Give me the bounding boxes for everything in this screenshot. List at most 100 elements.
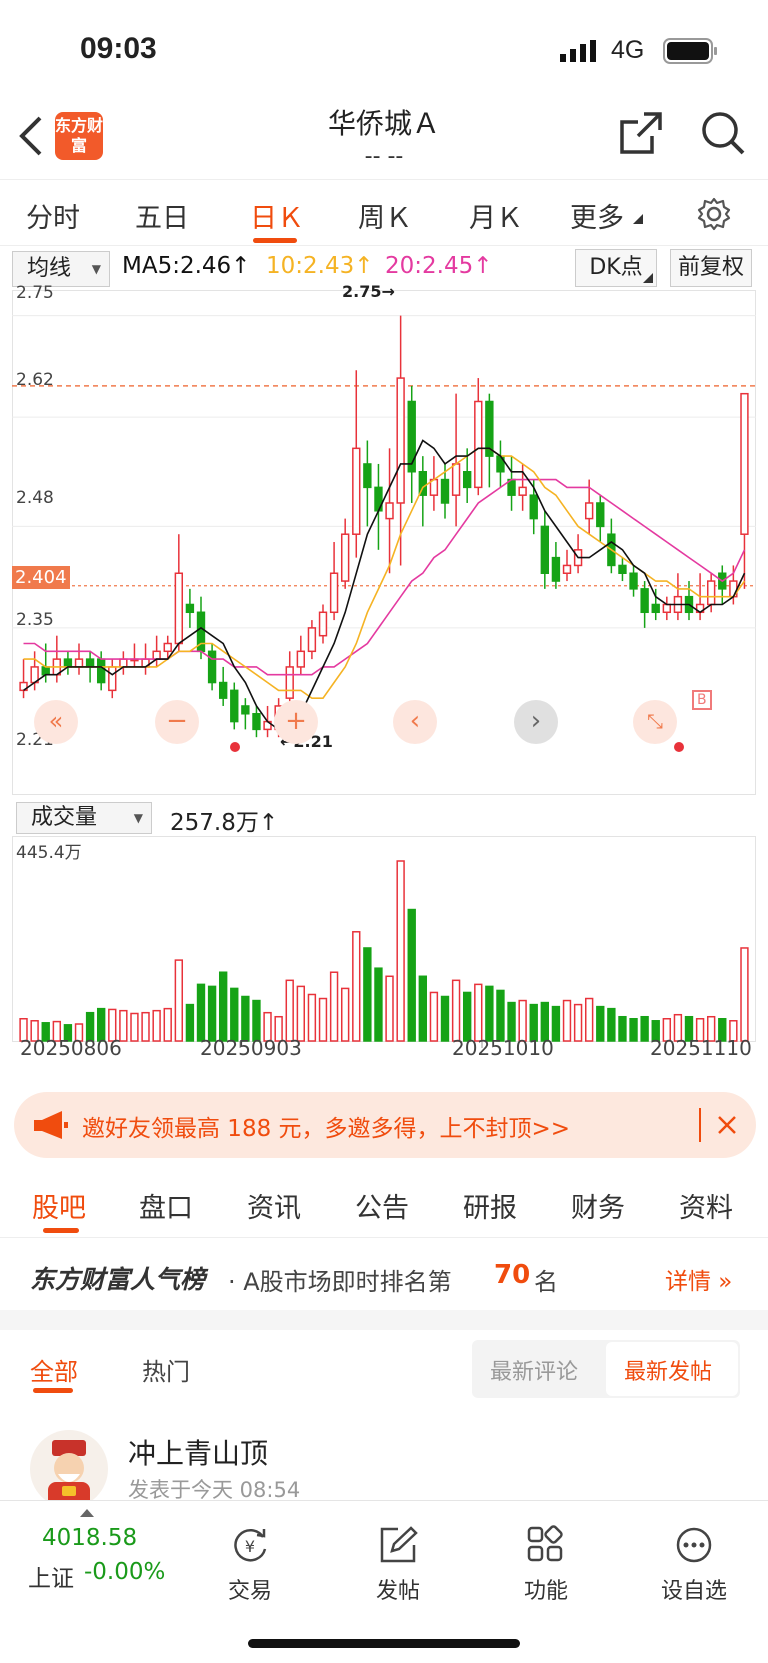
volume-svg	[12, 836, 756, 1048]
zoom-out-button[interactable]: −	[155, 700, 199, 744]
section-tabs: 股吧 盘口 资讯 公告 研报 财务 资料	[0, 1168, 768, 1238]
nav-functions-label: 功能	[523, 1579, 568, 1604]
tab-finance[interactable]: 财务	[571, 1186, 625, 1225]
candle-body	[185, 603, 195, 614]
dk-point-button[interactable]: DK点	[575, 249, 657, 287]
avatar[interactable]	[30, 1430, 108, 1508]
nav-post-label: 发帖	[375, 1579, 420, 1604]
filter-hot[interactable]: 热门	[142, 1352, 190, 1387]
popularity-rank[interactable]: 东方财富人气榜 · A股市场即时排名第 70 名 详情 »	[0, 1240, 768, 1310]
section-gap	[0, 1310, 768, 1330]
volume-bar	[252, 999, 261, 1042]
volume-select[interactable]: 成交量 ▼	[16, 802, 152, 834]
fullscreen-button[interactable]: ⤡	[633, 700, 677, 744]
candle-body	[618, 564, 627, 574]
tab-intraday[interactable]: 分时	[26, 196, 80, 235]
filter-underline	[33, 1388, 73, 1393]
search-icon[interactable]	[700, 110, 746, 156]
candle-body	[551, 556, 561, 582]
candle-body	[63, 658, 73, 668]
volume-bar	[185, 1003, 195, 1042]
kline-chart[interactable]: 2.75 2.62 2.48 2.35 2.21 2.404 2.75→ ←2.…	[12, 282, 756, 795]
volume-bar	[618, 1015, 627, 1042]
home-indicator	[248, 1639, 520, 1648]
volume-bar	[285, 979, 294, 1042]
volume-bar	[374, 967, 383, 1042]
candle-body	[96, 658, 106, 684]
zoom-in-button[interactable]: +	[274, 700, 318, 744]
volume-bar	[640, 1015, 649, 1042]
god-of-wealth-avatar-icon	[48, 1440, 90, 1508]
scroll-left-button[interactable]: ‹	[393, 700, 437, 744]
volume-bar	[318, 997, 328, 1042]
volume-bar	[496, 989, 505, 1042]
date-label: 20250903	[200, 1036, 302, 1060]
grid-icon	[527, 1525, 563, 1562]
tab-guba[interactable]: 股吧	[32, 1186, 86, 1225]
tab-profile[interactable]: 资料	[679, 1186, 733, 1225]
tab-weekly-k[interactable]: 周Ｋ	[358, 196, 412, 235]
candle-body	[629, 572, 638, 590]
tab-five-day[interactable]: 五日	[135, 196, 189, 235]
filter-all[interactable]: 全部	[30, 1352, 78, 1387]
volume-bar	[207, 985, 217, 1042]
volume-bar	[485, 985, 494, 1042]
candle-body	[41, 666, 50, 676]
post-author[interactable]: 冲上青山顶	[128, 1432, 268, 1472]
volume-bar	[174, 959, 184, 1042]
nav-functions[interactable]: 功能	[501, 1525, 591, 1605]
settings-gear-icon[interactable]	[696, 196, 732, 232]
volume-bar	[241, 995, 250, 1042]
volume-max-label: 445.4万	[16, 843, 82, 863]
close-icon[interactable]	[716, 1114, 738, 1136]
y-label-2.35: 2.35	[16, 610, 54, 630]
bottom-bar: 4018.58 上证 -0.00% ¥ 交易 发帖 功能 设自选	[0, 1500, 768, 1663]
volume-bar	[562, 999, 572, 1042]
trade-icon: ¥	[234, 1529, 267, 1562]
buy-signal-marker: B	[692, 690, 712, 710]
adjust-button[interactable]: 前复权	[670, 249, 752, 287]
network-type: 4G	[611, 36, 645, 64]
index-value[interactable]: 4018.58	[42, 1525, 137, 1551]
rank-detail-link[interactable]: 详情 »	[665, 1262, 732, 1296]
candle-body	[152, 650, 161, 660]
period-tabs: 分时 五日 日Ｋ 周Ｋ 月Ｋ 更多	[0, 182, 768, 246]
y-label-2.62: 2.62	[16, 370, 54, 390]
more-dropdown-icon	[633, 214, 643, 224]
expand-up-icon[interactable]	[80, 1507, 94, 1517]
tab-more[interactable]: 更多	[570, 196, 624, 235]
nav-post[interactable]: 发帖	[353, 1525, 443, 1605]
ma-select[interactable]: 均线 ▼	[12, 251, 110, 287]
status-bar: 09:03 4G	[0, 0, 768, 92]
candle-body	[74, 658, 84, 668]
tab-daily-k[interactable]: 日Ｋ	[250, 196, 304, 235]
notification-dot	[230, 742, 240, 752]
rank-prefix: · A股市场即时排名第	[228, 1268, 452, 1296]
candle-body	[218, 681, 228, 699]
sort-latest-post[interactable]: 最新发帖	[624, 1354, 712, 1386]
scroll-right-button[interactable]: ›	[514, 700, 558, 744]
candle-body	[108, 666, 117, 692]
volume-bar	[352, 931, 361, 1042]
share-icon[interactable]	[618, 110, 664, 156]
candle-body	[474, 400, 483, 489]
dk-point-label: DK点	[589, 255, 643, 280]
nav-watchlist[interactable]: 设自选	[649, 1525, 739, 1605]
dropdown-arrow-icon: ▼	[91, 262, 101, 276]
candle-body	[230, 689, 239, 723]
tab-announcements[interactable]: 公告	[355, 1186, 409, 1225]
y-label-2.48: 2.48	[16, 488, 54, 508]
volume-chart[interactable]: 445.4万 20250806 20250903 20251010 202511…	[12, 836, 756, 1078]
tab-news[interactable]: 资讯	[247, 1186, 301, 1225]
volume-bar	[607, 1007, 616, 1042]
tab-monthly-k[interactable]: 月Ｋ	[469, 196, 523, 235]
volume-bar	[218, 971, 228, 1042]
volume-bar	[418, 975, 428, 1042]
dropdown-arrow-icon: ▼	[133, 811, 143, 825]
nav-trade[interactable]: ¥ 交易	[205, 1525, 295, 1605]
scroll-left-fast-button[interactable]: «	[34, 700, 78, 744]
promo-banner[interactable]: 邀好友领最高 188 元，多邀多得，上不封顶>>	[14, 1092, 756, 1158]
tab-research[interactable]: 研报	[463, 1186, 517, 1225]
tab-pankou[interactable]: 盘口	[139, 1186, 193, 1225]
sort-latest-comment[interactable]: 最新评论	[490, 1354, 578, 1386]
